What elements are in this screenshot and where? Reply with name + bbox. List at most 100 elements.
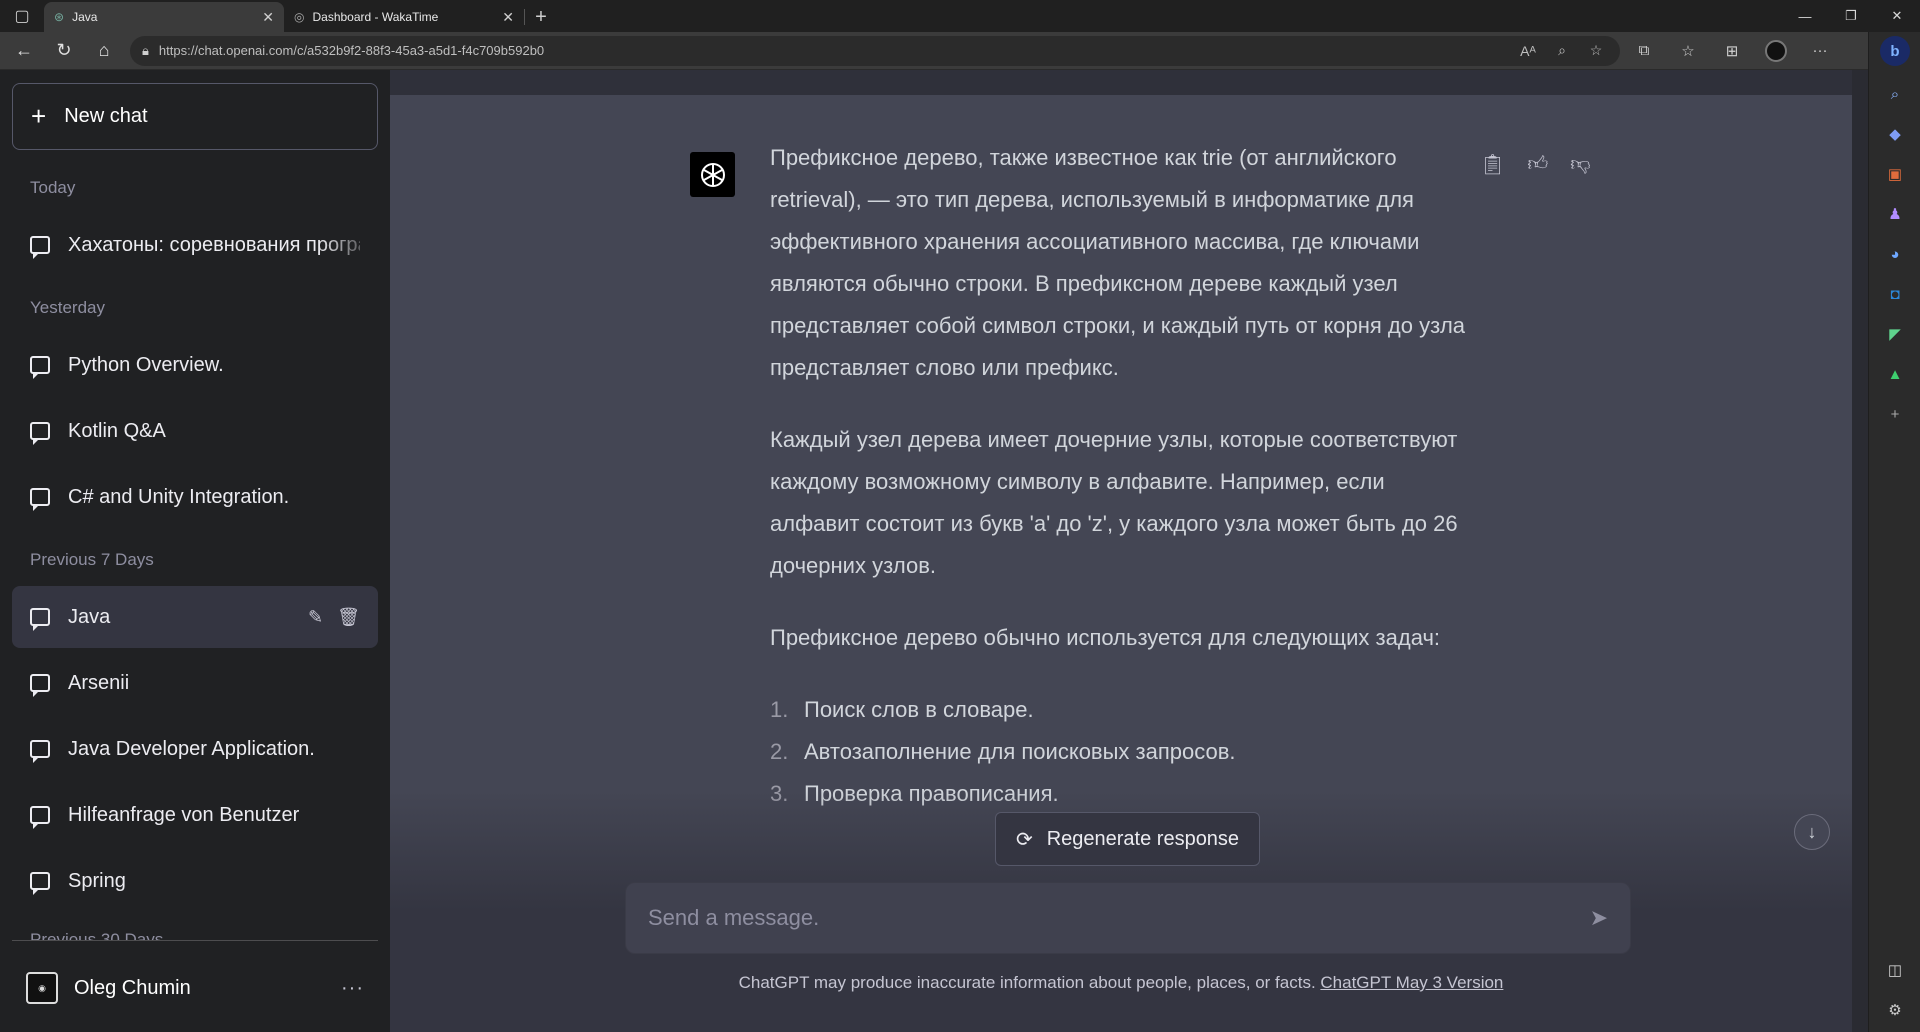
tab-actions-icon[interactable]: ▢	[0, 0, 44, 32]
home-button[interactable]: ⌂	[86, 36, 122, 66]
chat-bubble-icon	[30, 422, 50, 445]
zoom-icon[interactable]: ⌕	[1550, 42, 1574, 59]
sidebar-item-label: C# and Unity Integration.	[68, 485, 290, 508]
user-menu[interactable]: ◉ Oleg Chumin ···	[12, 962, 378, 1014]
bing-icon[interactable]: b	[1880, 36, 1910, 66]
tab-java[interactable]: ⊛ Java ✕	[44, 2, 284, 32]
refresh-icon: ⟳	[1015, 828, 1033, 851]
message-composer: ➤	[625, 882, 1631, 954]
sidebar-divider	[12, 940, 378, 941]
thumbs-up-icon[interactable]: 👍︎	[1527, 152, 1548, 177]
tab-title: Java	[72, 10, 98, 24]
user-name: Oleg Chumin	[74, 976, 191, 999]
sidebar-toggle-icon[interactable]: ◫	[1883, 958, 1907, 982]
chat-bubble-icon	[30, 674, 50, 697]
profile-avatar[interactable]	[1756, 36, 1796, 66]
more-menu-icon[interactable]: ···	[1800, 36, 1840, 66]
chat-main: Префиксное дерево, также известное как t…	[390, 70, 1852, 1032]
chat-bubble-icon	[30, 236, 50, 259]
more-options-icon[interactable]: ···	[341, 977, 364, 1000]
tree-icon[interactable]: ▲	[1883, 362, 1907, 386]
sidebar-item-kotlin[interactable]: Kotlin Q&A	[12, 400, 378, 462]
scroll-down-button[interactable]: ↓	[1794, 814, 1830, 850]
message-paragraph: Каждый узел дерева имеет дочерние узлы, …	[770, 427, 1458, 578]
sidebar-item-label: Hilfeanfrage von Benutzer	[68, 803, 300, 826]
version-link[interactable]: ChatGPT May 3 Version	[1320, 973, 1503, 992]
clipboard-icon[interactable]: 📋︎	[1480, 152, 1505, 177]
message-paragraph: Префиксное дерево, также известное как t…	[770, 145, 1466, 380]
close-icon[interactable]: ✕	[262, 9, 274, 26]
sidebar-item-label: Arsenii	[68, 671, 130, 694]
tab-title: Dashboard - WakaTime	[312, 10, 439, 24]
search-icon[interactable]: ⌕	[1883, 82, 1907, 106]
section-previous-7-days: Previous 7 Days	[30, 550, 154, 569]
scrollbar[interactable]	[1852, 70, 1868, 1032]
message-paragraph: Префиксное дерево обычно используется дл…	[770, 625, 1441, 650]
back-button[interactable]: ←	[6, 36, 42, 66]
shopping-tag-icon[interactable]: ◆	[1883, 122, 1907, 146]
sidebar-item-label: Java	[68, 605, 111, 628]
address-bar[interactable]: 🔒︎ https://chat.openai.com/c/a532b9f2-88…	[130, 35, 1620, 66]
sidebar-item-label: Java Developer Application.	[68, 737, 315, 760]
add-icon[interactable]: +	[1883, 402, 1907, 426]
arrow-down-icon: ↓	[1807, 821, 1817, 842]
regenerate-response-button[interactable]: ⟳ Regenerate response	[995, 812, 1260, 866]
disclaimer: ChatGPT may produce inaccurate informati…	[390, 973, 1852, 993]
sidebar-item-java[interactable]: Java ✎ 🗑︎	[12, 586, 378, 648]
tab-wakatime[interactable]: ◎ Dashboard - WakaTime ✕	[284, 2, 524, 32]
section-yesterday: Yesterday	[30, 298, 105, 317]
chatgpt-logo-icon	[690, 152, 735, 197]
new-chat-label: New chat	[64, 105, 148, 127]
plus-icon: +	[31, 101, 47, 131]
message-actions: 📋︎ 👍︎ 👎︎	[1480, 152, 1591, 177]
sidebar-item-hilfeanfrage[interactable]: Hilfeanfrage von Benutzer	[12, 784, 378, 846]
list-item: 1. Поиск слов в словаре.	[770, 697, 1034, 722]
favorites-icon[interactable]: ☆	[1668, 36, 1708, 66]
add-favorite-icon[interactable]: ☆	[1584, 42, 1608, 59]
new-tab-button[interactable]: +	[525, 2, 557, 32]
sidebar-item-python[interactable]: Python Overview.	[12, 334, 378, 396]
close-window-button[interactable]: ✕	[1874, 0, 1920, 32]
sidebar-item-label: Spring	[68, 869, 126, 892]
sidebar-item-spring[interactable]: Spring	[12, 850, 378, 912]
chat-bubble-icon	[30, 356, 50, 379]
send-icon[interactable]: ➤	[1590, 905, 1608, 931]
section-today: Today	[30, 178, 76, 197]
office-icon[interactable]: ◕	[1883, 242, 1907, 266]
games-icon[interactable]: ♟	[1883, 202, 1907, 226]
thumbs-down-icon[interactable]: 👎︎	[1570, 152, 1590, 177]
sidebar-item-csharp[interactable]: C# and Unity Integration.	[12, 466, 378, 528]
send-feedback-icon[interactable]: ◤	[1883, 322, 1907, 346]
tools-icon[interactable]: ▣	[1883, 162, 1907, 186]
section-previous-30-days: Previous 30 Days	[30, 930, 164, 940]
close-icon[interactable]: ✕	[502, 9, 514, 26]
list-item: 2. Автозаполнение для поисковых запросов.	[770, 739, 1236, 764]
minimize-button[interactable]: —	[1782, 0, 1828, 32]
message-content: Префиксное дерево, также известное как t…	[770, 137, 1470, 815]
sidebar-item-arsenii[interactable]: Arsenii	[12, 652, 378, 714]
sidebar-item-hackathons[interactable]: Хахатоны: соревнования программистов	[12, 214, 378, 276]
message-input[interactable]	[648, 905, 1590, 931]
gear-icon[interactable]: ⚙	[1883, 998, 1907, 1022]
avatar: ◉	[26, 972, 58, 1004]
outlook-icon[interactable]: ◘	[1883, 282, 1907, 306]
new-chat-button[interactable]: + New chat	[12, 83, 378, 150]
window-controls: — ❐ ✕	[1782, 0, 1920, 32]
extensions-icon[interactable]: ⧉	[1624, 36, 1664, 66]
browser-toolbar: ← ↻ ⌂ 🔒︎ https://chat.openai.com/c/a532b…	[0, 32, 1920, 70]
wakatime-favicon-icon: ◎	[294, 10, 305, 24]
chat-sidebar: + New chat Today Хахатоны: соревнования …	[0, 70, 390, 1032]
url-text: https://chat.openai.com/c/a532b9f2-88f3-…	[158, 43, 545, 58]
restore-button[interactable]: ❐	[1828, 0, 1874, 32]
edit-icon[interactable]: ✎	[308, 607, 323, 628]
refresh-button[interactable]: ↻	[46, 36, 82, 66]
edge-sidebar: b ⌕ ◆ ▣ ♟ ◕ ◘ ◤ ▲ + ◫ ⚙	[1868, 32, 1920, 1032]
disclaimer-text: ChatGPT may produce inaccurate informati…	[738, 973, 1321, 992]
sidebar-item-java-developer[interactable]: Java Developer Application.	[12, 718, 378, 780]
chat-bubble-icon	[30, 806, 50, 829]
sidebar-item-label: Kotlin Q&A	[68, 419, 166, 442]
lock-icon: 🔒︎	[142, 42, 149, 58]
trash-icon[interactable]: 🗑︎	[337, 607, 360, 628]
read-aloud-icon[interactable]: Aᴬ	[1516, 43, 1540, 59]
collections-icon[interactable]: ⊞	[1712, 36, 1752, 66]
